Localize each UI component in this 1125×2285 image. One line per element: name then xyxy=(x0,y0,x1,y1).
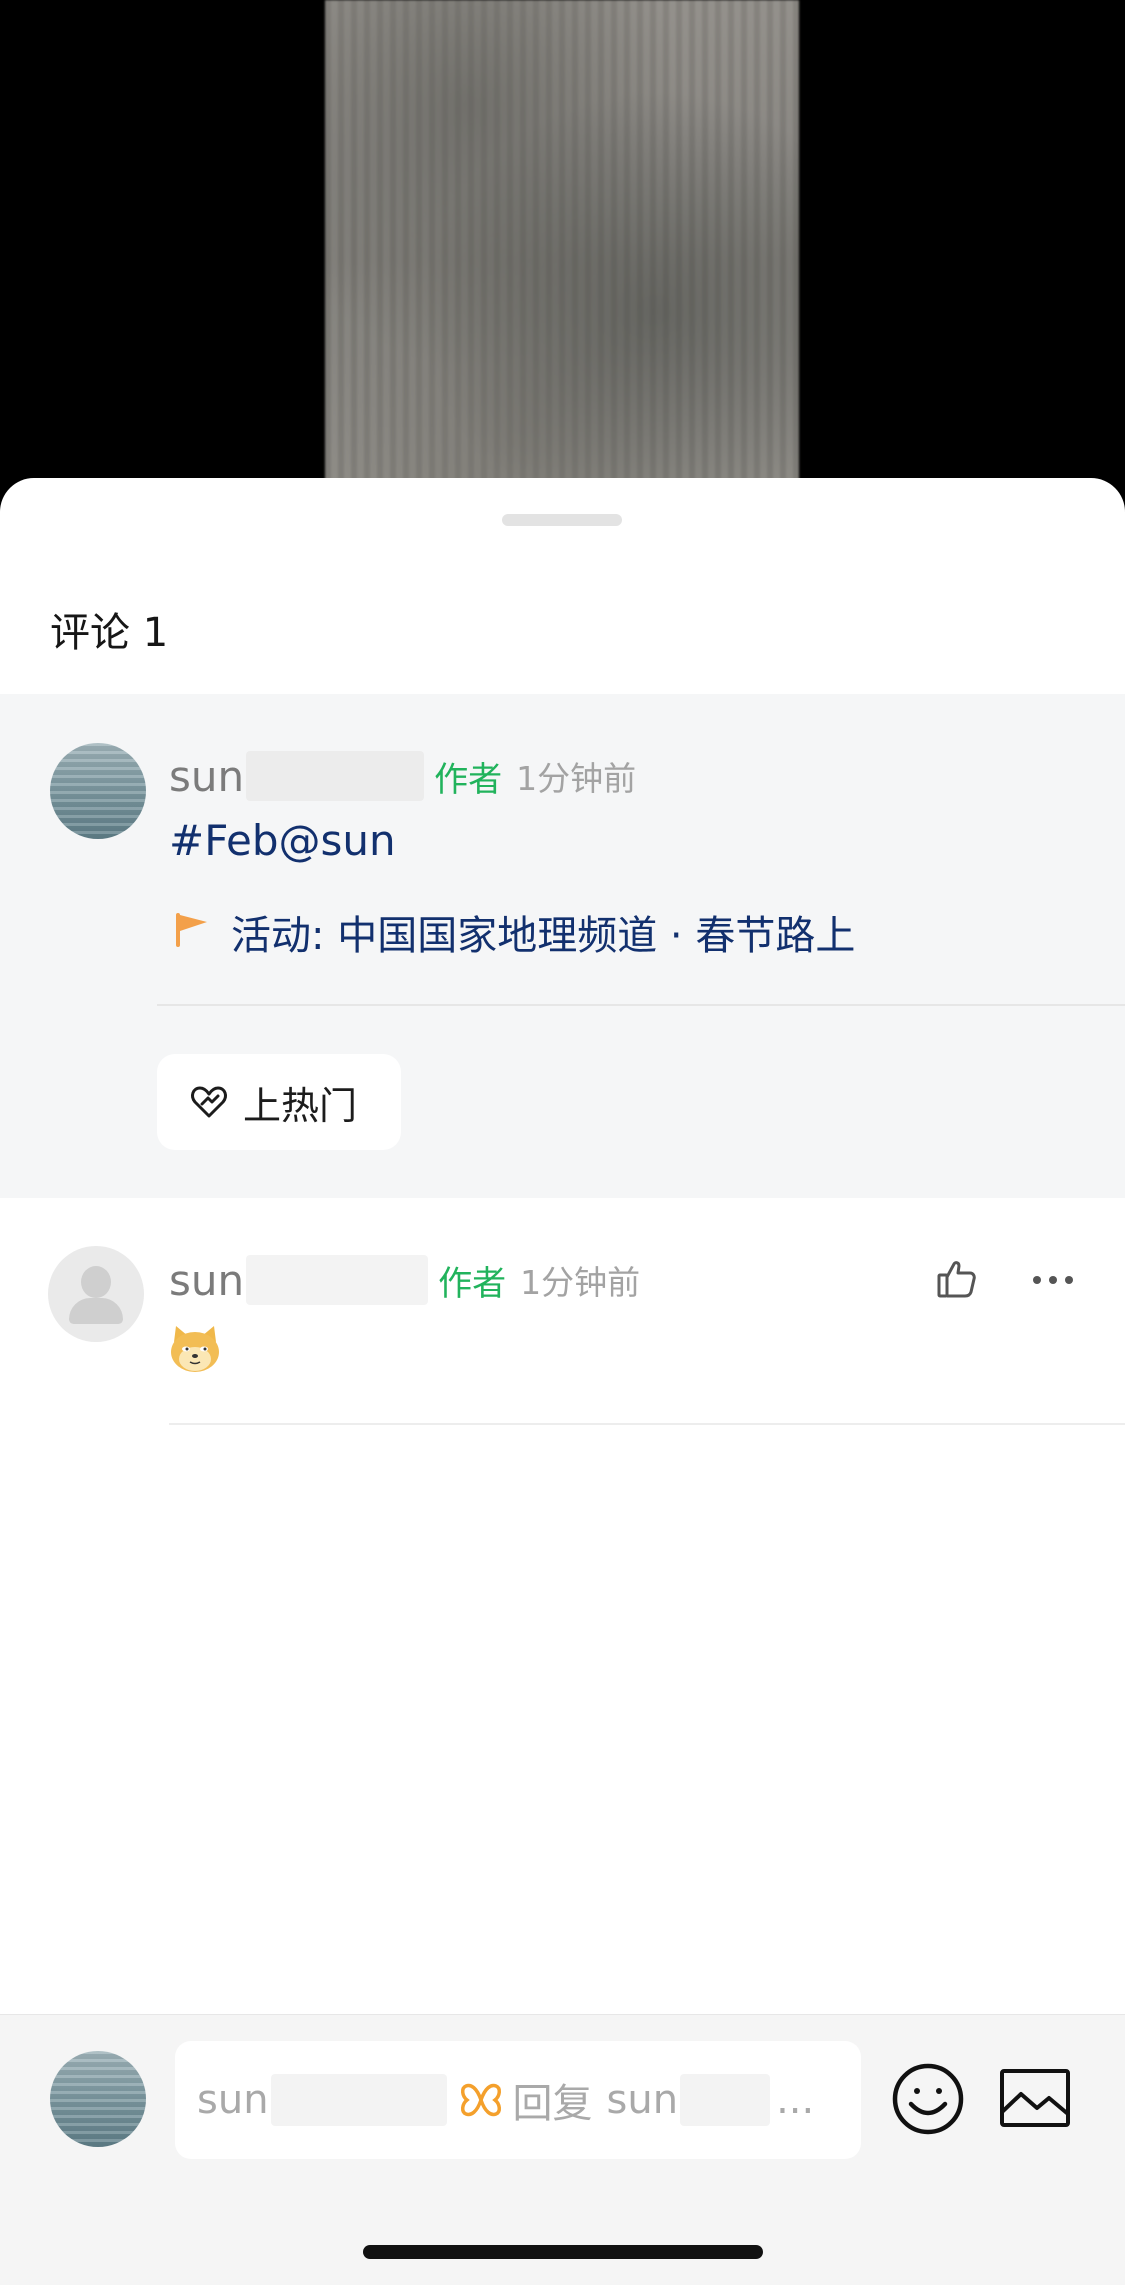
topic-tag[interactable]: #Feb@sun xyxy=(169,816,396,865)
like-icon[interactable] xyxy=(936,1258,978,1304)
activity-link[interactable]: 活动: 中国国家地理频道 · 春节路上 xyxy=(173,903,855,961)
comment-divider xyxy=(169,1423,1125,1425)
video-frame xyxy=(325,0,799,520)
pinned-divider xyxy=(157,1004,1125,1006)
more-options-icon[interactable] xyxy=(1032,1272,1074,1291)
reply-input[interactable]: sun 回复 sun ... xyxy=(175,2041,861,2159)
username[interactable]: sun xyxy=(169,752,244,801)
my-avatar[interactable] xyxy=(50,2051,146,2147)
reply-target-user: sun xyxy=(606,2077,679,2123)
heart-arrow-icon xyxy=(189,1082,229,1122)
home-indicator[interactable] xyxy=(363,2245,763,2259)
comment-author-tag: 作者 xyxy=(438,1263,507,1304)
username-redacted xyxy=(680,2074,771,2126)
author-avatar[interactable] xyxy=(50,743,146,839)
boost-hot-button[interactable]: 上热门 xyxy=(157,1054,401,1150)
comment-time: 1分钟前 xyxy=(520,1263,641,1302)
comments-title: 评论 1 xyxy=(50,610,169,656)
reply-prefix-user: sun xyxy=(197,2077,269,2123)
commenter-avatar[interactable] xyxy=(48,1246,144,1342)
username-redacted xyxy=(246,751,425,801)
reply-ellipsis: ... xyxy=(776,2077,815,2123)
post-time: 1分钟前 xyxy=(516,759,637,798)
image-picker-icon[interactable] xyxy=(999,2068,1071,2132)
default-user-icon xyxy=(81,1266,111,1298)
comment-username[interactable]: sun xyxy=(169,1256,244,1305)
username-redacted xyxy=(246,1255,429,1305)
video-player[interactable] xyxy=(0,0,1125,520)
pinned-meta: sun 作者 1分钟前 xyxy=(169,751,636,801)
boost-hot-label: 上热门 xyxy=(243,1083,358,1128)
comment-meta: sun 作者 1分钟前 xyxy=(169,1255,640,1305)
author-tag: 作者 xyxy=(434,759,503,800)
reply-word: 回复 xyxy=(512,2081,593,2127)
emoji-picker-icon[interactable] xyxy=(891,2062,965,2140)
doge-emoji-icon xyxy=(168,1324,222,1374)
activity-text: 活动: 中国国家地理频道 · 春节路上 xyxy=(231,913,856,959)
sheet-drag-handle[interactable] xyxy=(502,514,622,526)
butterfly-icon xyxy=(459,2080,503,2120)
flag-icon xyxy=(173,910,213,954)
username-redacted xyxy=(270,2074,447,2126)
